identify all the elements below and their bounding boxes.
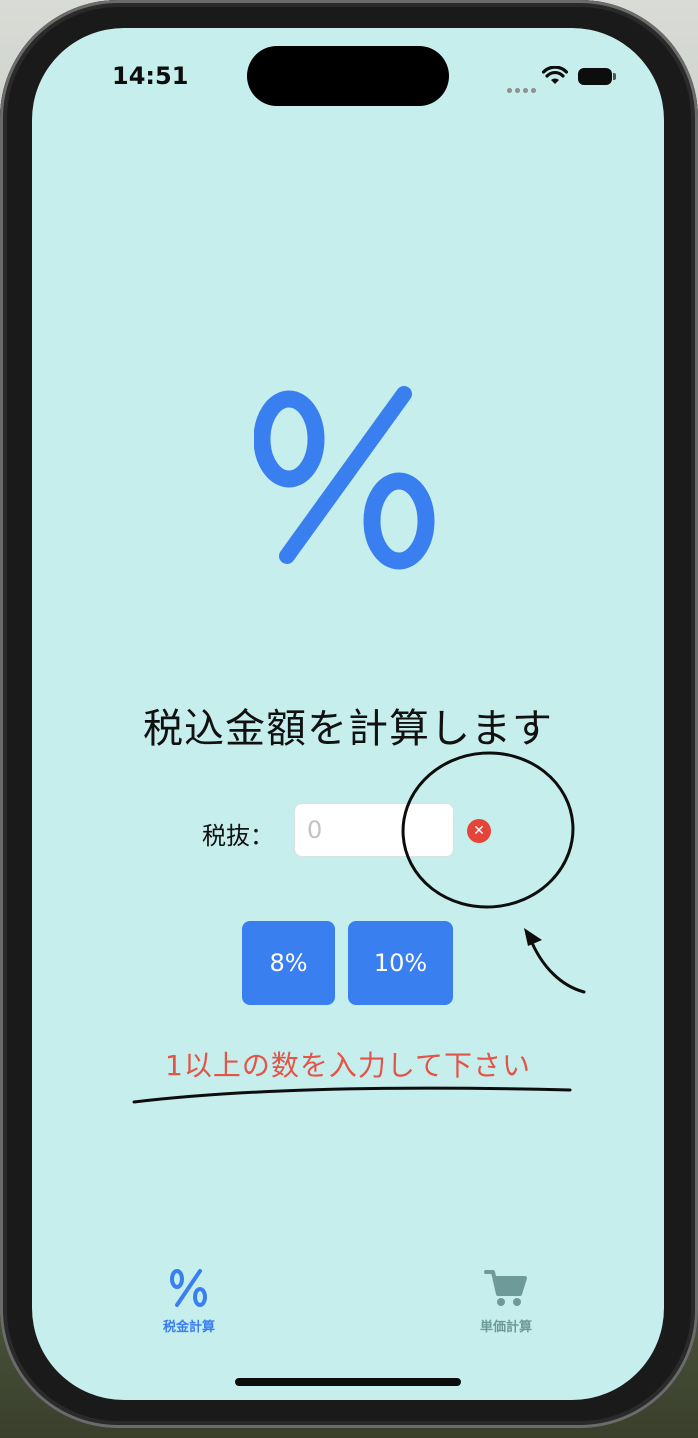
arrow-head-annotation: [524, 928, 542, 946]
rate-8-button[interactable]: 8%: [242, 921, 335, 1005]
battery-icon: [578, 68, 612, 85]
pre-tax-label: 税抜：: [202, 822, 274, 850]
percent-icon: [170, 1269, 207, 1307]
phone-frame: 14:51 税込金額を計算します 税抜： ✕ 8% 10% 1以上の数を入力して…: [0, 0, 698, 1428]
home-indicator[interactable]: [235, 1378, 461, 1386]
page-title: 税込金額を計算します: [143, 706, 553, 752]
error-message: 1以上の数を入力して下さい: [165, 1049, 531, 1082]
percent-icon: [254, 386, 435, 570]
tab-unit-label: 単価計算: [479, 1320, 532, 1335]
dynamic-island: [247, 46, 449, 106]
wifi-icon: [542, 66, 568, 84]
rate-10-button[interactable]: 10%: [348, 921, 453, 1005]
cellular-dots-icon: [507, 78, 539, 97]
pre-tax-amount-input[interactable]: [294, 803, 454, 857]
clear-x-icon[interactable]: ✕: [467, 819, 491, 843]
battery-tip: [613, 73, 616, 80]
tab-tax-calc[interactable]: 税金計算: [129, 1268, 249, 1335]
cart-icon: [484, 1270, 527, 1306]
underline-annotation: [132, 1086, 572, 1104]
app-screen: 14:51 税込金額を計算します 税抜： ✕ 8% 10% 1以上の数を入力して…: [32, 28, 664, 1400]
tab-tax-label: 税金計算: [162, 1320, 215, 1335]
status-time: 14:51: [112, 62, 189, 90]
arrow-annotation: [528, 936, 586, 994]
tab-unit-price[interactable]: 単価計算: [446, 1268, 566, 1335]
